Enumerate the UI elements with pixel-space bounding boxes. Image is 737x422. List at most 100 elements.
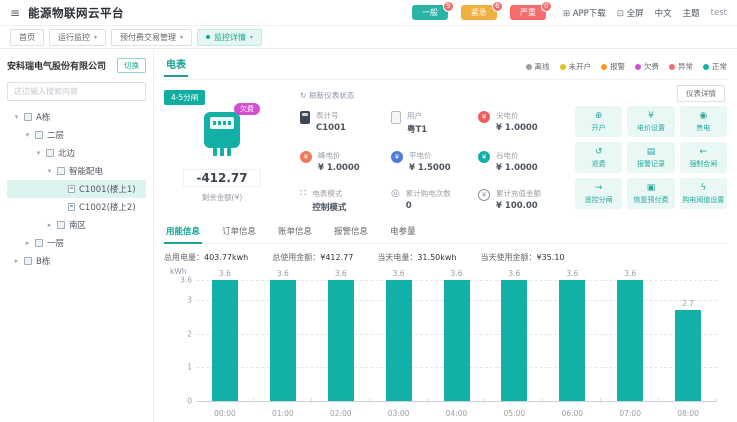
app-title: 能源物联网云平台 bbox=[28, 5, 124, 21]
sell-power-icon: ◉ bbox=[699, 111, 707, 121]
menu-toggle-icon[interactable]: ≡ bbox=[10, 6, 20, 20]
bar bbox=[328, 280, 354, 401]
field-label: 谷电价 bbox=[496, 150, 538, 161]
detail-tab-订单信息[interactable]: 订单信息 bbox=[220, 221, 258, 243]
tree-search-input[interactable] bbox=[7, 82, 146, 101]
action-sell-power[interactable]: ◉售电 bbox=[680, 106, 727, 137]
meter-field: ¥谷电价¥ 1.0000 bbox=[478, 150, 565, 173]
active-dot-icon bbox=[206, 35, 210, 39]
legend-label: 欠费 bbox=[644, 61, 659, 72]
expander-icon: ▾ bbox=[35, 149, 42, 157]
detail-tab-用能信息[interactable]: 用能信息 bbox=[164, 221, 202, 244]
bar bbox=[675, 310, 701, 401]
app-download-link[interactable]: ⊞ APP下载 bbox=[563, 7, 606, 19]
app-download-label: APP下载 bbox=[573, 9, 606, 19]
action-account-open[interactable]: ⊕开户 bbox=[575, 106, 622, 137]
detail-tab-报警信息[interactable]: 报警信息 bbox=[332, 221, 370, 243]
language-switch[interactable]: 中文 bbox=[655, 7, 672, 19]
field-value: ¥ 1.0000 bbox=[496, 123, 538, 133]
building-icon bbox=[35, 131, 43, 139]
stat-value: 31.50kwh bbox=[417, 253, 456, 262]
legend-item: 离线 bbox=[526, 61, 550, 72]
x-tick-label: 02:00 bbox=[312, 409, 370, 418]
expander-icon: ▾ bbox=[46, 167, 53, 175]
legend-item: 未开户 bbox=[560, 61, 592, 72]
stat-item: 当天使用金额¥35.10 bbox=[481, 252, 565, 263]
field-text: 平电价¥ 1.5000 bbox=[409, 150, 451, 173]
user-menu[interactable]: test bbox=[711, 8, 727, 18]
chevron-down-icon: ▾ bbox=[180, 34, 183, 41]
action-label: 购电阈值设置 bbox=[682, 195, 724, 205]
remaining-balance-value: -412.77 bbox=[183, 169, 260, 187]
coin-icon: ¥ bbox=[300, 151, 312, 163]
usage-stats-row: 总用电量403.77kwh总使用金额¥412.77当天电量31.50kwh当天使… bbox=[164, 252, 727, 263]
refresh-meter-status[interactable]: ↻ 刷新仪表状态 bbox=[300, 90, 569, 101]
x-tick-label: 01:00 bbox=[254, 409, 312, 418]
tab-electric-meter[interactable]: 电表 bbox=[164, 56, 188, 77]
y-tick-label: 3.6 bbox=[168, 276, 192, 285]
stat-label: 总使用金额 bbox=[272, 253, 320, 262]
nav-tab-监控详情[interactable]: 监控详情▾ bbox=[197, 29, 262, 46]
nav-tab-运行监控[interactable]: 运行监控▾ bbox=[49, 29, 106, 46]
tree-node[interactable]: ▾A栋 bbox=[7, 108, 146, 126]
theme-switch[interactable]: 主题 bbox=[683, 7, 700, 19]
field-text: 尖电价¥ 1.0000 bbox=[496, 110, 538, 133]
tree-node-label: A栋 bbox=[36, 111, 50, 123]
fullscreen-button[interactable]: ⊡ 全屏 bbox=[617, 7, 644, 19]
coin-icon: ¥ bbox=[478, 111, 490, 123]
building-icon bbox=[57, 221, 65, 229]
money-bag-icon: ¥ bbox=[478, 189, 490, 201]
legend-label: 未开户 bbox=[569, 61, 592, 72]
action-alarm-record[interactable]: ▤报警记录 bbox=[627, 142, 674, 173]
action-price-setting[interactable]: ¥电价设置 bbox=[627, 106, 674, 137]
meter-details-button[interactable]: 仪表详情 bbox=[677, 85, 725, 102]
detail-tab-账单信息[interactable]: 账单信息 bbox=[276, 221, 314, 243]
legend-dot-icon bbox=[669, 64, 675, 70]
nav-tab-首页[interactable]: 首页 bbox=[10, 29, 44, 46]
download-icon: ⊞ bbox=[563, 9, 573, 19]
status-legend: 离线未开户报警欠费异常正常 bbox=[526, 61, 728, 72]
nav-tab-预付费交易管理[interactable]: 预付费交易管理▾ bbox=[111, 29, 192, 46]
tree-node[interactable]: ▾二层 bbox=[7, 126, 146, 144]
gridline bbox=[196, 401, 717, 402]
meter-id-icon bbox=[300, 111, 310, 124]
y-tick-label: 0 bbox=[168, 397, 192, 406]
meter-field: 表计号C1001 bbox=[300, 110, 383, 135]
legend-item: 异常 bbox=[669, 61, 693, 72]
stat-item: 当天电量31.50kwh bbox=[377, 252, 456, 263]
alarm-level-button[interactable]: 严重0 bbox=[510, 5, 546, 20]
action-remote-open-switch[interactable]: →遥控分闸 bbox=[575, 178, 622, 209]
field-text: 表计号C1001 bbox=[316, 110, 346, 133]
alarm-level-button[interactable]: 一般9 bbox=[412, 5, 448, 20]
field-value: 0 bbox=[406, 201, 451, 211]
tree-node[interactable]: ▾智能配电 bbox=[7, 162, 146, 180]
device-tree-sidebar: 安科瑞电气股份有限公司 切换 ▾A栋▾二层▾北边▾智能配电C1001(楼上1)C… bbox=[0, 49, 154, 422]
tree-node[interactable]: C1001(楼上1) bbox=[7, 180, 146, 198]
tree-node[interactable]: ▸B栋 bbox=[7, 252, 146, 270]
detail-tab-电参量[interactable]: 电参量 bbox=[388, 221, 418, 243]
coin-icon: ¥ bbox=[391, 151, 403, 163]
action-restore-prepaid[interactable]: ▣恢复预付费 bbox=[627, 178, 674, 209]
bar-value-label: 3.6 bbox=[566, 269, 578, 278]
field-value: C1001 bbox=[316, 123, 346, 133]
switch-company-button[interactable]: 切换 bbox=[117, 58, 146, 73]
content-layout: 安科瑞电气股份有限公司 切换 ▾A栋▾二层▾北边▾智能配电C1001(楼上1)C… bbox=[0, 49, 737, 422]
tree-node-label: 二层 bbox=[47, 129, 64, 141]
tree-node[interactable]: ▸一层 bbox=[7, 234, 146, 252]
legend-label: 报警 bbox=[610, 61, 625, 72]
tree-node[interactable]: ▸南区 bbox=[7, 216, 146, 234]
chart-slot: 3.6 bbox=[312, 280, 370, 401]
field-value: ¥ 1.0000 bbox=[318, 163, 360, 173]
stat-value: 403.77kwh bbox=[204, 253, 248, 262]
panel-header: 电表 离线未开户报警欠费异常正常 bbox=[164, 56, 727, 80]
alarm-level-button[interactable]: 紧急6 bbox=[461, 5, 497, 20]
tree-node[interactable]: C1002(楼上2) bbox=[7, 198, 146, 216]
stat-label: 总用电量 bbox=[164, 253, 204, 262]
alarm-level-label: 紧急 bbox=[471, 8, 487, 17]
action-threshold-setting[interactable]: ϟ购电阈值设置 bbox=[680, 178, 727, 209]
company-row: 安科瑞电气股份有限公司 切换 bbox=[7, 58, 146, 73]
tree-node[interactable]: ▾北边 bbox=[7, 144, 146, 162]
bar bbox=[270, 280, 296, 401]
action-force-close-switch[interactable]: ←强制合闸 bbox=[680, 142, 727, 173]
action-refund[interactable]: ↺退费 bbox=[575, 142, 622, 173]
